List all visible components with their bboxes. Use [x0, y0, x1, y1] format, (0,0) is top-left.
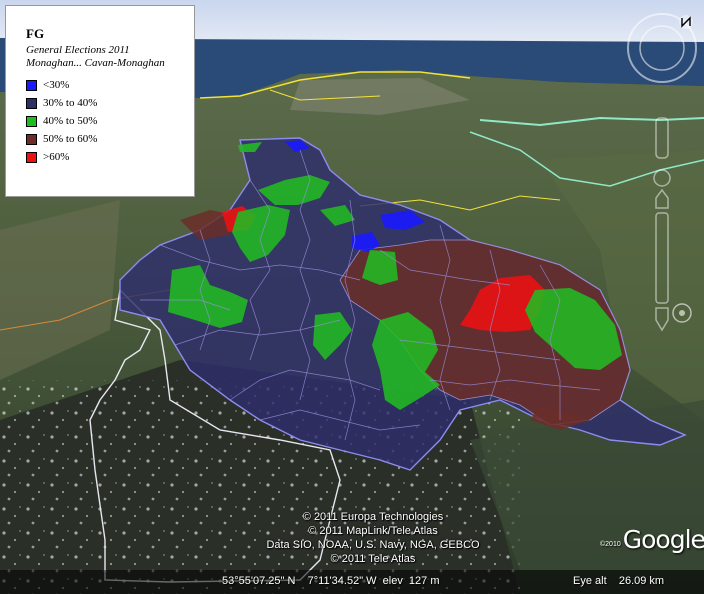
- legend-item: <30%: [26, 76, 194, 94]
- look-joystick-icon[interactable]: [653, 117, 671, 187]
- attribution-line: © 2011 MapLink/Tele Atlas: [308, 525, 438, 537]
- legend-swatch: [26, 79, 37, 91]
- legend-subtitle-1: General Elections 2011: [26, 44, 130, 56]
- legend-panel: FG General Elections 2011 Monaghan... Ca…: [5, 5, 195, 197]
- legend-swatch: [26, 115, 37, 127]
- attribution-line: © 2011 Europa Technologies: [302, 511, 444, 523]
- legend-item: 40% to 50%: [26, 112, 194, 130]
- legend-subtitle-2: Monaghan... Cavan-Monaghan: [26, 57, 165, 69]
- attribution: © 2011 Europa Technologies © 2011 MapLin…: [228, 510, 518, 566]
- legend-label: 50% to 60%: [43, 133, 98, 145]
- legend-items: <30% 30% to 40% 40% to 50% 50% to 60% >6…: [26, 76, 194, 166]
- legend-swatch: [26, 133, 37, 145]
- legend-title: FG: [26, 26, 45, 41]
- legend-label: 30% to 40%: [43, 97, 98, 109]
- eye-altitude-readout: Eye alt 26.09 km: [573, 575, 665, 587]
- north-arrow-icon[interactable]: [679, 15, 693, 29]
- zoom-slider-icon[interactable]: [655, 188, 669, 332]
- google-logo: ©2010 Google: [600, 520, 704, 554]
- legend-swatch: [26, 97, 37, 109]
- google-earth-view[interactable]: FG General Elections 2011 Monaghan... Ca…: [0, 0, 704, 594]
- legend-label: >60%: [43, 151, 70, 163]
- legend-swatch: [26, 151, 37, 163]
- move-joystick-icon[interactable]: [672, 303, 692, 323]
- legend-item: 50% to 60%: [26, 130, 194, 148]
- legend-item: 30% to 40%: [26, 94, 194, 112]
- logo-year: ©2010: [600, 541, 621, 548]
- legend-label: 40% to 50%: [43, 115, 98, 127]
- attribution-line: © 2011 Tele Atlas: [330, 553, 416, 565]
- navigation-controls[interactable]: [622, 8, 702, 348]
- attribution-line: Data SIO, NOAA, U.S. Navy, NGA, GEBCO: [266, 539, 480, 551]
- logo-wordmark: Google: [622, 525, 704, 554]
- coordinates-readout: 53°55'07.25" N 7°11'34.52" W elev 127 m: [222, 575, 440, 587]
- legend-item: >60%: [26, 148, 194, 166]
- legend-label: <30%: [43, 79, 70, 91]
